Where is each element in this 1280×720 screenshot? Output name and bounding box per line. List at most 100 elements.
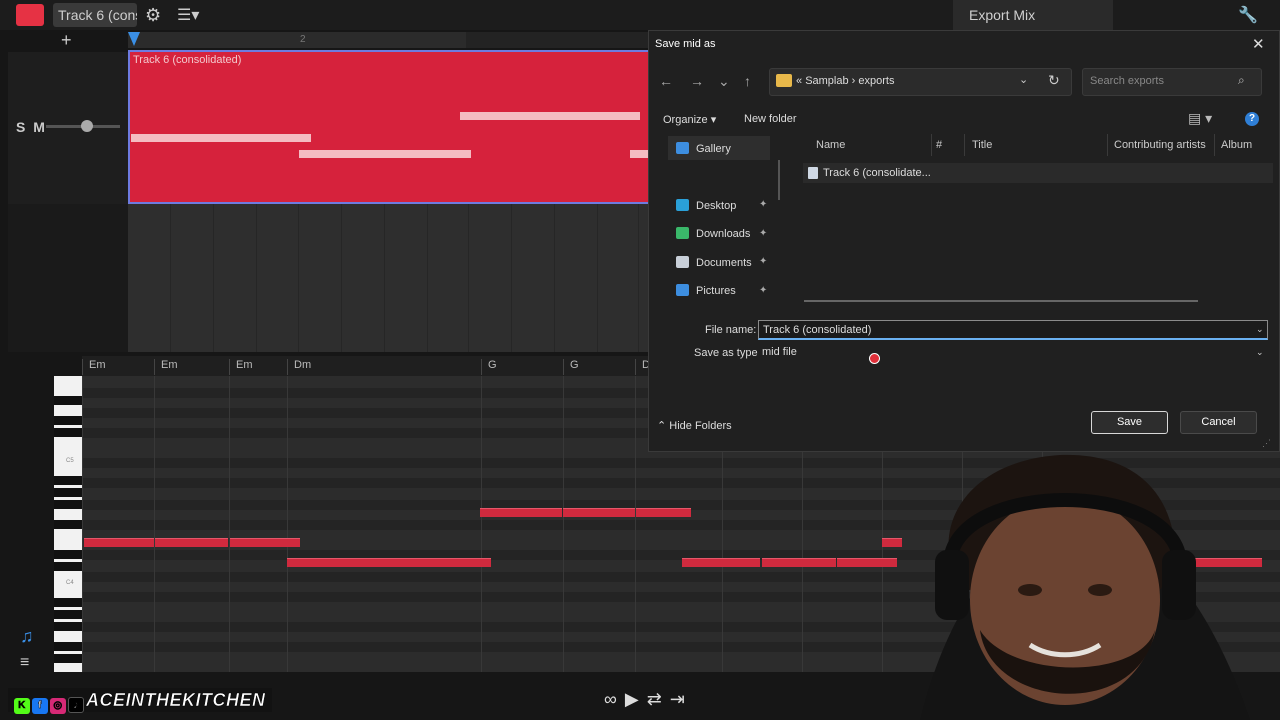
piano-keyboard[interactable]: C5 C4 [54, 376, 82, 672]
help-icon[interactable]: ? [1245, 112, 1259, 126]
solo-mute-buttons[interactable]: S M [16, 119, 47, 135]
volume-slider-knob[interactable] [80, 120, 93, 132]
nav-item-documents[interactable]: Documents [676, 256, 752, 269]
column-header-artists[interactable]: Contributing artists [1114, 139, 1206, 151]
nav-item-pictures[interactable]: Pictures [676, 284, 736, 297]
file-name-cell: Track 6 (consolidate... [823, 167, 931, 179]
chevron-down-icon[interactable]: ⌄ [1019, 73, 1028, 86]
chord-label: Em [154, 359, 178, 375]
headphone-left [935, 550, 969, 620]
wrench-icon[interactable]: 🔧 [1238, 5, 1258, 25]
export-mix-button[interactable]: Export Mix [953, 0, 1113, 30]
midi-note[interactable] [682, 558, 760, 567]
midi-note[interactable] [762, 558, 836, 567]
clip-note [131, 134, 311, 142]
clip-note [460, 112, 640, 120]
track-title-field[interactable]: Track 6 (conso [53, 3, 137, 27]
hide-folders-button[interactable]: ⌃ Hide Folders [657, 419, 732, 432]
nav-item-desktop[interactable]: Desktop [676, 199, 736, 212]
chord-label: G [563, 359, 579, 375]
forward-button[interactable]: → [690, 73, 704, 89]
chevron-up-icon: ⌃ [657, 420, 670, 432]
nav-item-downloads[interactable]: Downloads [676, 227, 750, 240]
plus-icon[interactable]: + [61, 30, 72, 51]
folder-icon [776, 74, 792, 87]
bar-line [468, 204, 469, 352]
nav-scrollbar[interactable] [778, 160, 780, 200]
back-button[interactable]: ← [659, 73, 673, 89]
eye-right [1088, 584, 1112, 596]
midi-note[interactable] [230, 538, 300, 547]
pictures-icon [676, 284, 689, 296]
up-button[interactable]: ↑ [744, 73, 751, 89]
repeat-icon[interactable]: ⇄ [647, 689, 670, 709]
column-header-name[interactable]: Name [816, 139, 845, 151]
loop-icon[interactable]: ∞ [604, 689, 625, 709]
chevron-down-icon[interactable]: ⌄ [1256, 347, 1264, 358]
save-type-select[interactable]: mid file [758, 343, 1268, 363]
midi-note[interactable] [480, 508, 562, 517]
desktop-icon [676, 199, 689, 211]
chevron-down-icon[interactable]: ⌄ [1256, 324, 1264, 335]
kick-icon: K [14, 698, 30, 714]
search-icon[interactable]: ⌕ [1238, 73, 1245, 88]
track-header-empty [8, 204, 128, 352]
address-path[interactable]: « Samplab › exports [796, 75, 894, 87]
save-button[interactable]: Save [1091, 411, 1168, 434]
breadcrumb-exports[interactable]: exports [858, 75, 894, 87]
gallery-icon [676, 142, 689, 154]
midi-note[interactable] [636, 508, 691, 517]
track-color-swatch[interactable] [16, 4, 44, 26]
ruler-mark: 2 [300, 34, 306, 45]
organize-button[interactable]: Organize ▾ [663, 113, 716, 126]
midi-note[interactable] [287, 558, 491, 567]
new-folder-button[interactable]: New folder [744, 113, 797, 125]
column-header-album[interactable]: Album [1221, 139, 1252, 151]
view-options-icon[interactable]: ▤ ▾ [1188, 110, 1212, 127]
breadcrumb-samplab[interactable]: Samplab [805, 75, 848, 87]
brand-text: ACEINTHEKITCHEN [86, 690, 266, 711]
save-type-label: Save as type: [694, 347, 761, 359]
playhead-marker[interactable] [128, 32, 140, 46]
arrangement-grid[interactable] [128, 204, 648, 352]
midi-note[interactable] [155, 538, 228, 547]
pin-icon: ✦ [759, 256, 768, 267]
clip-note [299, 150, 471, 158]
midi-note[interactable] [563, 508, 635, 517]
brand-banner: Kf ◎ ♪ ACEINTHEKITCHEN [8, 688, 272, 714]
horizontal-scrollbar[interactable] [804, 300, 1198, 302]
headphone-right [1162, 550, 1196, 620]
instagram-icon: ◎ [50, 698, 66, 714]
pin-icon: ✦ [759, 285, 768, 296]
file-name-input[interactable] [758, 320, 1268, 340]
gear-icon[interactable]: ⚙ [145, 5, 161, 26]
dialog-title: Save mid as [655, 38, 716, 50]
chord-label: G [481, 359, 497, 375]
close-icon[interactable]: ✕ [1252, 35, 1265, 53]
midi-clip[interactable] [128, 50, 650, 204]
column-header-title[interactable]: Title [972, 139, 992, 151]
not-allowed-cursor-icon [869, 353, 880, 364]
list-icon[interactable]: ☰▾ [177, 5, 199, 25]
midi-file-icon [808, 167, 818, 179]
clip-label: Track 6 (consolidated) [133, 54, 242, 66]
bar-line [638, 204, 639, 352]
file-name-label: File name: [705, 324, 757, 336]
music-note-icon[interactable]: ♫ [20, 626, 34, 647]
play-icon[interactable]: ▶ [625, 689, 647, 709]
pin-icon: ✦ [759, 228, 768, 239]
skip-end-icon[interactable]: ⇥ [670, 689, 693, 709]
eye-left [1018, 584, 1042, 596]
webcam-overlay [920, 454, 1250, 720]
cancel-button[interactable]: Cancel [1180, 411, 1257, 434]
transport-controls: ∞▶⇄⇥ [604, 689, 693, 710]
list-icon[interactable]: ≡ [20, 654, 29, 672]
midi-note[interactable] [84, 538, 154, 547]
ruler-loop-region [466, 32, 648, 48]
refresh-icon[interactable]: ↻ [1048, 72, 1060, 89]
tiktok-icon: ♪ [68, 697, 84, 713]
nav-item-gallery[interactable]: Gallery [676, 142, 731, 155]
recent-locations-button[interactable]: ⌄ [718, 73, 730, 90]
column-header-number[interactable]: # [936, 139, 942, 151]
clip-note [630, 150, 650, 158]
